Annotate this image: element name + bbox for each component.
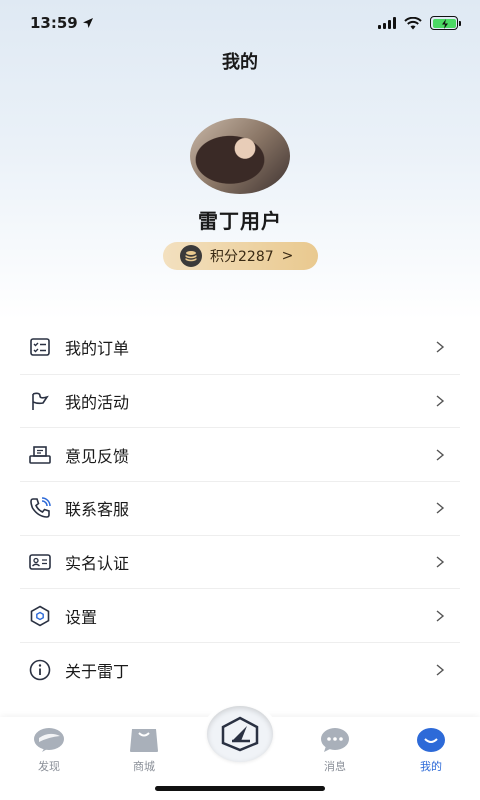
chevron-right-icon bbox=[436, 610, 445, 622]
chevron-right-icon bbox=[436, 341, 445, 353]
menu-item-label: 联系客服 bbox=[65, 500, 130, 520]
order-list-icon bbox=[29, 336, 51, 358]
cellular-signal-icon bbox=[378, 17, 396, 29]
menu-item-label: 我的订单 bbox=[65, 339, 130, 359]
user-name: 雷丁用户 bbox=[198, 209, 282, 233]
menu-item-feedback[interactable]: 意见反馈 bbox=[20, 428, 460, 483]
chevron-right-icon bbox=[436, 502, 445, 514]
time-text: 13:59 bbox=[30, 14, 78, 32]
menu-item-label: 意见反馈 bbox=[65, 446, 130, 466]
menu-list: 我的订单 我的活动 意见反馈 联系客服 实名认证 设置 关于雷丁 bbox=[20, 321, 460, 697]
discover-icon bbox=[34, 728, 64, 752]
id-card-icon bbox=[29, 551, 51, 573]
menu-item-label: 设置 bbox=[65, 607, 98, 627]
tab-label: 商城 bbox=[133, 760, 155, 773]
tab-label: 我的 bbox=[420, 760, 442, 773]
tab-profile[interactable]: 我的 bbox=[401, 727, 461, 774]
location-arrow-icon bbox=[82, 18, 93, 28]
status-bar: 13:59 bbox=[0, 0, 480, 46]
battery-icon bbox=[430, 16, 461, 30]
center-logo-button[interactable] bbox=[207, 706, 273, 762]
menu-item-real-name-verification[interactable]: 实名认证 bbox=[20, 536, 460, 590]
flag-icon bbox=[29, 390, 51, 412]
menu-item-orders[interactable]: 我的订单 bbox=[20, 321, 460, 375]
tab-messages[interactable]: 消息 bbox=[305, 727, 365, 774]
phone-icon bbox=[29, 497, 51, 519]
tab-label: 消息 bbox=[324, 760, 346, 773]
chat-bubble-icon bbox=[321, 728, 349, 752]
feedback-icon bbox=[29, 444, 51, 466]
status-time: 13:59 bbox=[30, 14, 94, 32]
settings-hexagon-icon bbox=[29, 605, 51, 627]
profile-face-icon bbox=[417, 728, 445, 752]
page-title: 我的 bbox=[222, 52, 258, 73]
menu-item-activities[interactable]: 我的活动 bbox=[20, 375, 460, 429]
menu-item-label: 实名认证 bbox=[65, 554, 130, 574]
chevron-right-icon bbox=[436, 395, 445, 407]
tab-mall[interactable]: 商城 bbox=[114, 727, 174, 774]
menu-item-label: 关于雷丁 bbox=[65, 661, 130, 681]
tab-discover[interactable]: 发现 bbox=[19, 727, 79, 774]
points-chevron: > bbox=[281, 248, 294, 264]
points-label: 积分2287 bbox=[210, 249, 274, 265]
chevron-right-icon bbox=[436, 556, 445, 568]
shopping-bag-icon bbox=[130, 729, 158, 752]
wifi-icon bbox=[404, 16, 422, 29]
brand-logo-icon bbox=[221, 716, 259, 752]
info-icon bbox=[29, 659, 51, 681]
chevron-right-icon bbox=[436, 449, 445, 461]
tab-label: 发现 bbox=[38, 760, 60, 773]
chevron-right-icon bbox=[436, 664, 445, 676]
menu-item-label: 我的活动 bbox=[65, 393, 130, 413]
menu-item-customer-service[interactable]: 联系客服 bbox=[20, 482, 460, 536]
coin-stack-icon bbox=[180, 245, 202, 267]
status-icons bbox=[378, 16, 461, 30]
points-button[interactable]: 积分2287 > bbox=[163, 242, 318, 270]
home-indicator bbox=[155, 786, 325, 791]
avatar[interactable] bbox=[190, 118, 290, 194]
menu-item-settings[interactable]: 设置 bbox=[20, 589, 460, 644]
menu-item-about[interactable]: 关于雷丁 bbox=[20, 643, 460, 697]
